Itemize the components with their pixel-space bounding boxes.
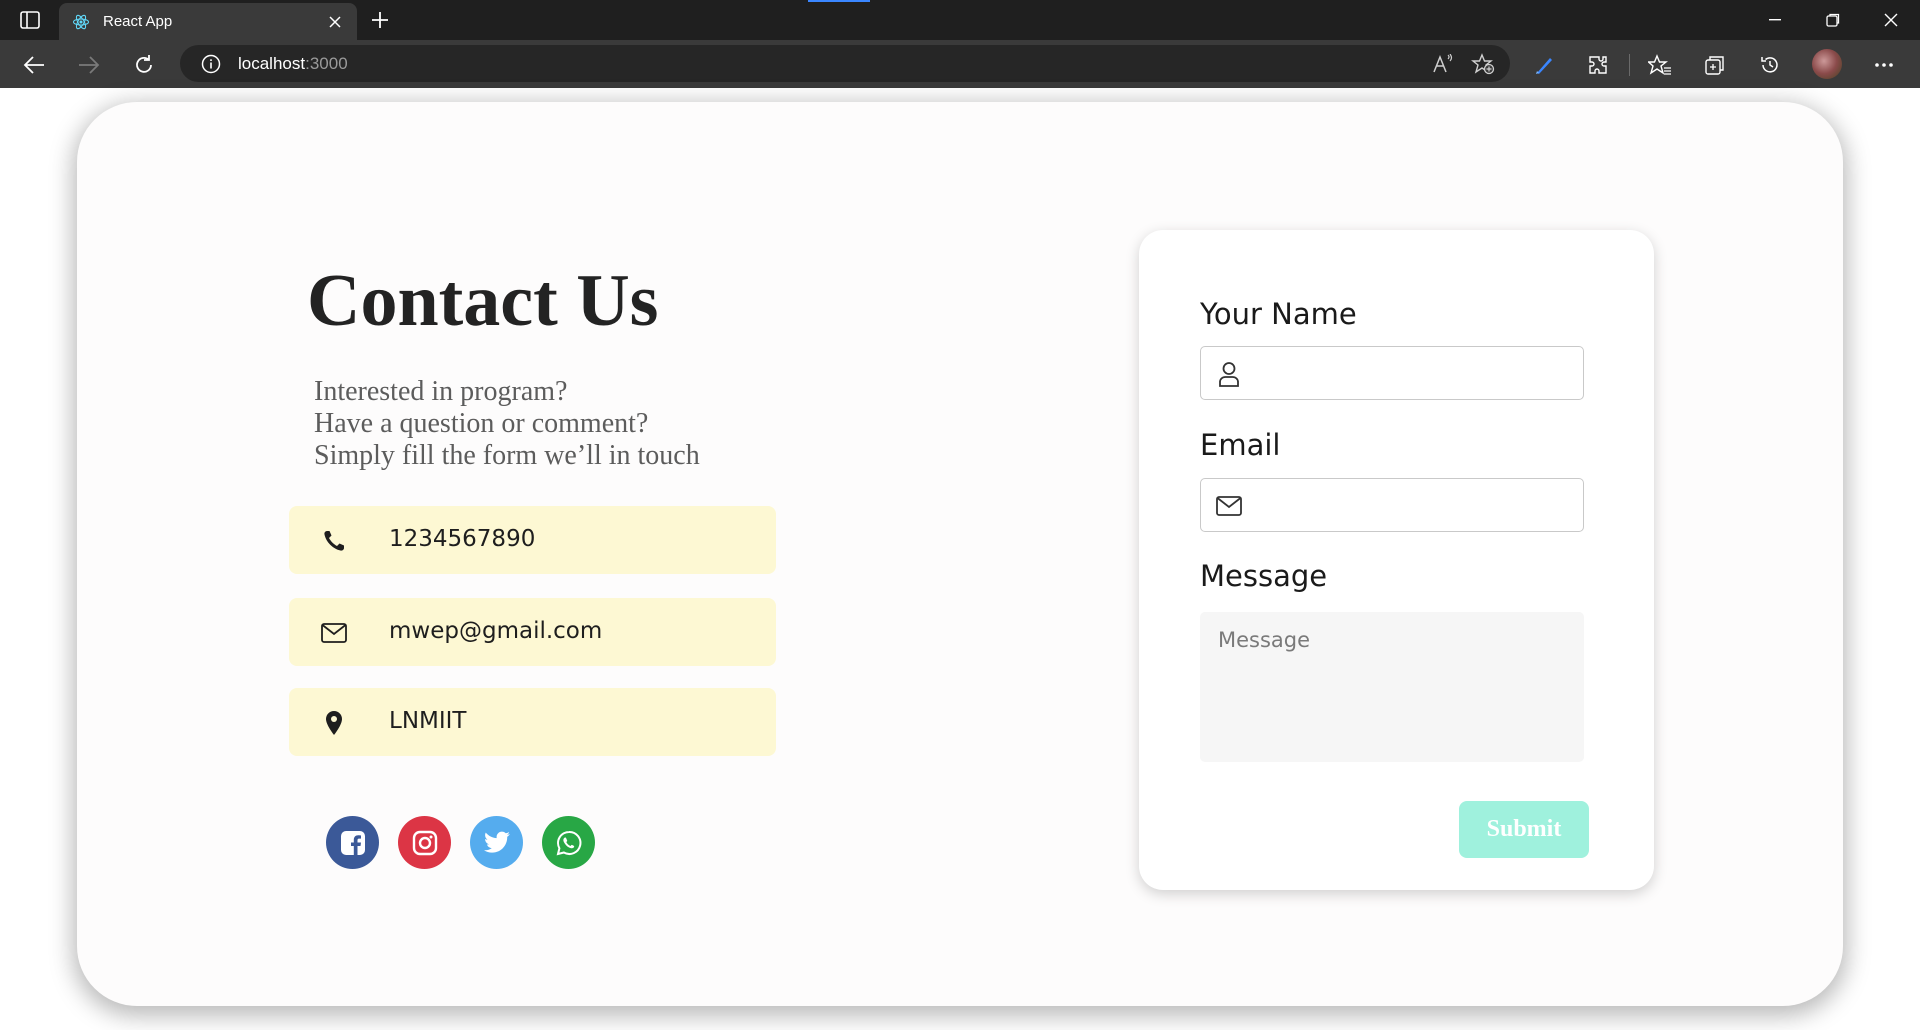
- email-address: mwep@gmail.com: [389, 618, 603, 644]
- location-text: LNMIIT: [389, 708, 467, 734]
- back-icon[interactable]: [21, 52, 47, 78]
- close-tab-icon[interactable]: [325, 12, 345, 32]
- refresh-icon[interactable]: [131, 52, 157, 78]
- tab-drag-indicator: [808, 0, 870, 2]
- add-favorite-icon[interactable]: [1470, 51, 1496, 77]
- envelope-icon: [321, 620, 347, 646]
- location-pin-icon: [321, 710, 347, 736]
- restore-icon[interactable]: [1804, 0, 1862, 40]
- location-info: LNMIIT: [289, 688, 776, 756]
- submit-button[interactable]: Submit: [1459, 801, 1589, 858]
- address-bar[interactable]: localhost:3000: [180, 45, 1510, 82]
- email-info: mwep@gmail.com: [289, 598, 776, 666]
- more-options-icon[interactable]: [1870, 51, 1898, 79]
- contact-title: Contact Us: [307, 260, 659, 342]
- browser-tab-bar: React App: [0, 0, 1920, 40]
- history-icon[interactable]: [1756, 51, 1784, 79]
- whatsapp-icon[interactable]: [542, 816, 595, 869]
- tab-title: React App: [103, 13, 173, 30]
- collections-icon[interactable]: [1701, 51, 1729, 79]
- email-input[interactable]: [1200, 478, 1584, 532]
- favorites-icon[interactable]: [1646, 51, 1674, 79]
- email-label: Email: [1200, 428, 1281, 462]
- subtitle-line: Interested in program?: [314, 376, 568, 407]
- site-info-icon[interactable]: [200, 53, 222, 75]
- new-tab-icon[interactable]: [368, 8, 392, 32]
- user-icon: [1215, 360, 1243, 388]
- subtitle-line: Have a question or comment?: [314, 408, 649, 439]
- contact-subtitle: Interested in program? Have a question o…: [314, 376, 700, 472]
- page-viewport: Contact Us Interested in program? Have a…: [0, 88, 1920, 1030]
- address-port: :3000: [305, 53, 348, 73]
- subtitle-line: Simply fill the form we’ll in touch: [314, 440, 700, 471]
- copilot-pen-icon[interactable]: [1530, 51, 1558, 79]
- react-icon: [71, 12, 91, 32]
- twitter-icon[interactable]: [470, 816, 523, 869]
- name-label: Your Name: [1200, 297, 1357, 331]
- window-controls: [1746, 0, 1920, 40]
- facebook-icon[interactable]: [326, 816, 379, 869]
- browser-tab-react-app[interactable]: React App: [59, 3, 357, 40]
- phone-number: 1234567890: [389, 526, 536, 552]
- minimize-icon[interactable]: [1746, 0, 1804, 40]
- message-textarea[interactable]: Message: [1200, 612, 1584, 762]
- message-label: Message: [1200, 559, 1328, 593]
- address-host: localhost: [238, 53, 306, 73]
- contact-form: Your Name Email Message Message Submit: [1139, 230, 1654, 890]
- profile-avatar[interactable]: [1812, 49, 1842, 79]
- browser-nav-bar: localhost:3000: [0, 40, 1920, 88]
- phone-info: 1234567890: [289, 506, 776, 574]
- forward-icon[interactable]: [76, 52, 102, 78]
- toolbar-separator: [1629, 54, 1630, 76]
- name-input[interactable]: [1200, 346, 1584, 400]
- read-aloud-icon[interactable]: [1430, 51, 1456, 77]
- close-window-icon[interactable]: [1862, 0, 1920, 40]
- phone-icon: [321, 528, 347, 554]
- extensions-icon[interactable]: [1584, 51, 1612, 79]
- envelope-icon: [1215, 492, 1243, 520]
- contact-card: Contact Us Interested in program? Have a…: [77, 102, 1843, 1006]
- instagram-icon[interactable]: [398, 816, 451, 869]
- social-links: [326, 816, 595, 869]
- tab-actions-icon[interactable]: [18, 9, 42, 31]
- message-placeholder: Message: [1218, 628, 1311, 652]
